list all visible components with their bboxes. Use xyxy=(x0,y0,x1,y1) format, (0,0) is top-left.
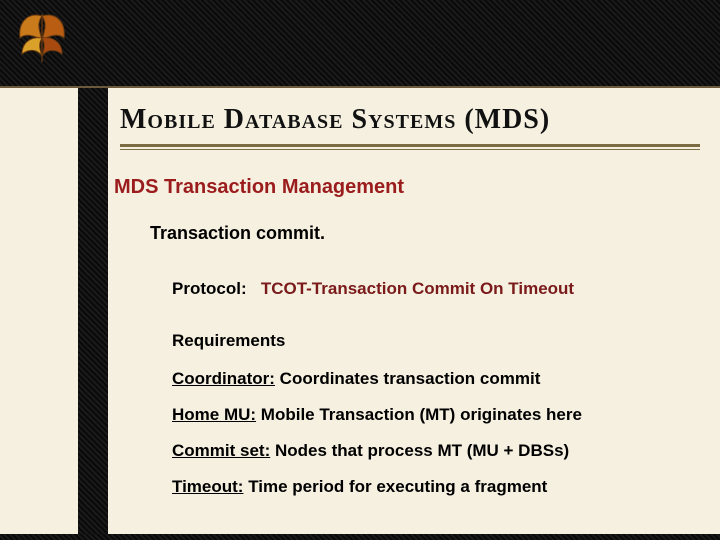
definition-row: Coordinator: Coordinates transaction com… xyxy=(172,361,690,397)
protocol-value: TCOT-Transaction Commit On Timeout xyxy=(261,279,574,298)
title-underline xyxy=(120,144,700,150)
slide-content: Mobile Database Systems (MDS) MDS Transa… xyxy=(108,88,720,534)
requirements-heading: Requirements xyxy=(108,301,720,357)
bottom-texture-band xyxy=(0,534,720,540)
definition-term: Commit set: xyxy=(172,441,270,460)
definitions-list: Coordinator: Coordinates transaction com… xyxy=(108,357,720,505)
top-texture-band xyxy=(0,0,720,88)
definition-term: Coordinator: xyxy=(172,369,275,388)
definition-term: Timeout: xyxy=(172,477,243,496)
definition-row: Commit set: Nodes that process MT (MU + … xyxy=(172,433,690,469)
subheading: Transaction commit. xyxy=(108,199,720,244)
slide-title: Mobile Database Systems (MDS) xyxy=(120,104,700,136)
definition-term: Home MU: xyxy=(172,405,256,424)
protocol-line: Protocol: TCOT-Transaction Commit On Tim… xyxy=(108,244,720,301)
definition-text: Coordinates transaction commit xyxy=(275,369,540,388)
definition-row: Home MU: Mobile Transaction (MT) origina… xyxy=(172,397,690,433)
section-heading: MDS Transaction Management xyxy=(108,158,720,199)
definition-text: Nodes that process MT (MU + DBSs) xyxy=(270,441,569,460)
leaf-icon xyxy=(10,4,74,68)
protocol-label: Protocol: xyxy=(172,279,247,298)
left-texture-band xyxy=(78,88,108,534)
definition-row: Timeout: Time period for executing a fra… xyxy=(172,469,690,505)
definition-text: Time period for executing a fragment xyxy=(243,477,547,496)
title-block: Mobile Database Systems (MDS) xyxy=(108,88,720,158)
definition-text: Mobile Transaction (MT) originates here xyxy=(256,405,582,424)
